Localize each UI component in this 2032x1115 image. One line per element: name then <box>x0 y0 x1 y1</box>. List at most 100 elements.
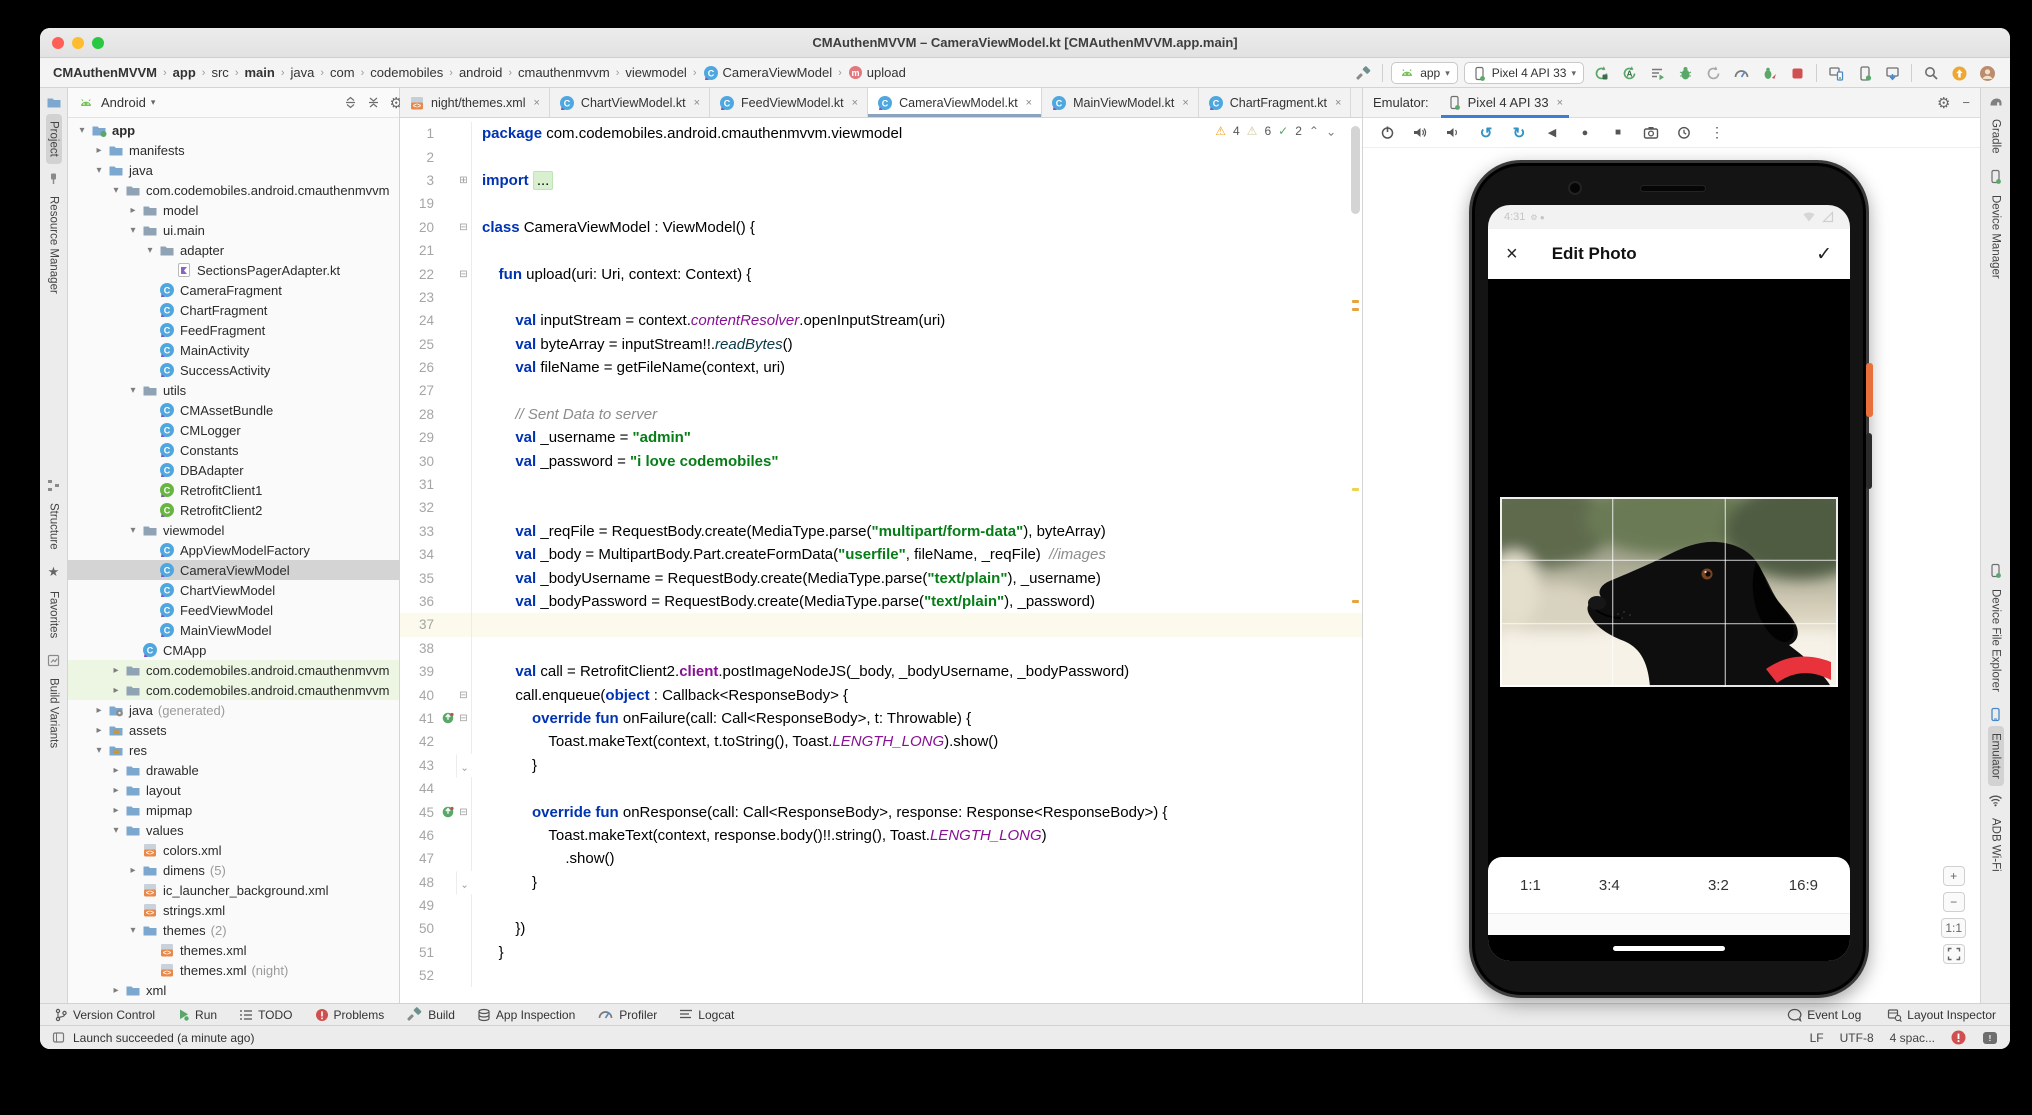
code-line-3[interactable]: 3⊞import ... <box>400 169 1362 192</box>
stripe-item-project[interactable]: Project <box>46 114 62 164</box>
close-window-button[interactable] <box>52 37 64 49</box>
toolwindow-event-log[interactable]: Event Log <box>1787 1008 1861 1022</box>
volume-down-icon[interactable] <box>1443 123 1463 143</box>
stripe-item-device-manager[interactable]: Device Manager <box>1988 188 2004 286</box>
tree-item-values[interactable]: ▾values <box>68 820 399 840</box>
reader-mode-icon[interactable]: ! <box>1982 1031 1998 1045</box>
tree-chevron-icon[interactable]: ▾ <box>108 185 124 196</box>
tree-item-feedviewmodel[interactable]: CFeedViewModel <box>68 600 399 620</box>
code-line-52[interactable]: 52 <box>400 964 1362 987</box>
toolwindow-problems[interactable]: Problems <box>315 1008 385 1022</box>
device-manager-icon[interactable] <box>1853 62 1875 84</box>
fold-marker[interactable]: ⊟ <box>456 800 472 823</box>
stripe-item-gradle[interactable]: Gradle <box>1988 112 2004 161</box>
code-line-43[interactable]: 43⌃ } <box>400 754 1362 777</box>
zoom-fit-button[interactable] <box>1943 944 1965 964</box>
rotate-right-icon[interactable]: ↻ <box>1509 123 1529 143</box>
code-line-34[interactable]: 34 val _body = MultipartBody.Part.create… <box>400 543 1362 566</box>
tree-item-mipmap[interactable]: ▸mipmap <box>68 800 399 820</box>
tree-item-colors-xml[interactable]: <>colors.xml <box>68 840 399 860</box>
minimize-window-button[interactable] <box>72 37 84 49</box>
code-line-27[interactable]: 27 <box>400 379 1362 402</box>
hammer-icon[interactable] <box>1352 62 1374 84</box>
code-line-39[interactable]: 39 val call = RetrofitClient2.client.pos… <box>400 660 1362 683</box>
fold-marker[interactable]: ⊟ <box>456 216 472 239</box>
code-line-25[interactable]: 25 val byteArray = inputStream!!.readByt… <box>400 333 1362 356</box>
stripe-item-emulator[interactable]: Emulator <box>1988 726 2004 786</box>
breadcrumb-item-java[interactable]: java <box>288 64 318 81</box>
apply-changes-icon[interactable]: A <box>1618 62 1640 84</box>
tree-chevron-icon[interactable]: ▾ <box>125 925 141 936</box>
fold-marker[interactable]: ⊞ <box>456 169 472 192</box>
code-line-49[interactable]: 49 <box>400 894 1362 917</box>
breadcrumb-item-upload[interactable]: mupload <box>845 64 909 81</box>
code-line-32[interactable]: 32 <box>400 496 1362 519</box>
code-line-46[interactable]: 46 Toast.makeText(context, response.body… <box>400 824 1362 847</box>
status-4-spac-[interactable]: 4 spac... <box>1890 1031 1935 1045</box>
mirror-device-icon[interactable] <box>1825 62 1847 84</box>
code-line-48[interactable]: 48⌃ } <box>400 871 1362 894</box>
breadcrumb-item-cameraviewmodel[interactable]: CCameraViewModel <box>700 64 836 82</box>
tree-item-appviewmodelfactory[interactable]: CAppViewModelFactory <box>68 540 399 560</box>
tree-item-mainviewmodel[interactable]: CMainViewModel <box>68 620 399 640</box>
debug-icon[interactable] <box>1674 62 1696 84</box>
project-view-mode[interactable]: Android <box>101 95 146 110</box>
tree-item-ui-main[interactable]: ▾ui.main <box>68 220 399 240</box>
phone-power-button[interactable] <box>1866 363 1873 417</box>
profile-icon[interactable] <box>1730 62 1752 84</box>
tree-item-dimens[interactable]: ▸dimens(5) <box>68 860 399 880</box>
tab-chartfragment-kt[interactable]: CChartFragment.kt× <box>1199 88 1352 117</box>
code-line-42[interactable]: 42 Toast.makeText(context, t.toString(),… <box>400 730 1362 753</box>
tree-item-themes-xml[interactable]: <>themes.xml <box>68 940 399 960</box>
stop-icon[interactable] <box>1786 62 1808 84</box>
close-icon[interactable]: × <box>1335 97 1341 109</box>
code-line-41[interactable]: 41⊟ override fun onFailure(call: Call<Re… <box>400 707 1362 730</box>
screenshot-icon[interactable] <box>1641 123 1661 143</box>
code-line-50[interactable]: 50 }) <box>400 917 1362 940</box>
tree-item-cmapp[interactable]: CCMApp <box>68 640 399 660</box>
code-line-40[interactable]: 40⊟ call.enqueue(object : Callback<Respo… <box>400 683 1362 706</box>
tree-item-xml[interactable]: ▸xml <box>68 980 399 1000</box>
home-indicator[interactable] <box>1613 946 1725 951</box>
tree-item-com-codemobiles-android-cmauthenmvvm[interactable]: ▸com.codemobiles.android.cmauthenmvvm <box>68 680 399 700</box>
stripe-item-build-variants[interactable]: Build Variants <box>46 671 62 755</box>
breadcrumb-item-com[interactable]: com <box>327 64 358 81</box>
tree-item-chartfragment[interactable]: CChartFragment <box>68 300 399 320</box>
tree-item-sectionspageradapter-kt[interactable]: SectionsPagerAdapter.kt <box>68 260 399 280</box>
editor-scrollbar[interactable] <box>1351 126 1360 214</box>
tree-item-themes-xml[interactable]: <>themes.xml(night) <box>68 960 399 980</box>
emulator-device-tab[interactable]: Pixel 4 API 33 × <box>1439 88 1571 118</box>
gear-icon[interactable]: ⚙ <box>1937 94 1950 112</box>
tree-item-com-codemobiles-android-cmauthenmvvm[interactable]: ▾com.codemobiles.android.cmauthenmvvm <box>68 180 399 200</box>
code-line-44[interactable]: 44 <box>400 777 1362 800</box>
close-icon[interactable]: × <box>1506 243 1518 266</box>
code-editor[interactable]: ⚠4 ⚠6 ✓2 ⌃ ⌃ 1package com.codemobiles.an… <box>400 118 1362 1003</box>
toolwindow-layout-inspector[interactable]: Layout Inspector <box>1887 1008 1996 1022</box>
code-line-20[interactable]: 20⊟class CameraViewModel : ViewModel() { <box>400 216 1362 239</box>
stripe-item-structure[interactable]: Structure <box>46 496 62 557</box>
collapse-all-icon[interactable] <box>366 95 381 110</box>
tree-chevron-icon[interactable]: ▸ <box>108 765 124 776</box>
tree-item-manifests[interactable]: ▸manifests <box>68 140 399 160</box>
code-line-22[interactable]: 22⊟ fun upload(uri: Uri, context: Contex… <box>400 262 1362 285</box>
rerun-icon[interactable] <box>1590 62 1612 84</box>
error-stripe-mark[interactable] <box>1352 308 1359 311</box>
tree-item-chartviewmodel[interactable]: CChartViewModel <box>68 580 399 600</box>
tree-item-java[interactable]: ▸java(generated) <box>68 700 399 720</box>
breadcrumb-item-app[interactable]: app <box>170 64 199 81</box>
tree-chevron-icon[interactable]: ▾ <box>108 825 124 836</box>
run-configuration-dropdown[interactable]: app▾ <box>1391 62 1458 84</box>
error-badge-icon[interactable] <box>1951 1030 1966 1045</box>
code-line-24[interactable]: 24 val inputStream = context.contentReso… <box>400 309 1362 332</box>
close-icon[interactable]: × <box>1557 97 1563 109</box>
fold-marker[interactable]: ⊟ <box>456 262 472 285</box>
fold-marker[interactable]: ⊟ <box>456 707 472 730</box>
tree-item-strings-xml[interactable]: <>strings.xml <box>68 900 399 920</box>
tree-chevron-icon[interactable]: ▾ <box>125 385 141 396</box>
run-tasks-icon[interactable] <box>1646 62 1668 84</box>
tree-chevron-icon[interactable]: ▸ <box>91 705 107 716</box>
breadcrumb-item-android[interactable]: android <box>456 64 505 81</box>
code-line-33[interactable]: 33 val _reqFile = RequestBody.create(Med… <box>400 520 1362 543</box>
aspect-ratio-16-9[interactable]: 16:9 <box>1783 873 1824 898</box>
power-icon[interactable] <box>1377 123 1397 143</box>
